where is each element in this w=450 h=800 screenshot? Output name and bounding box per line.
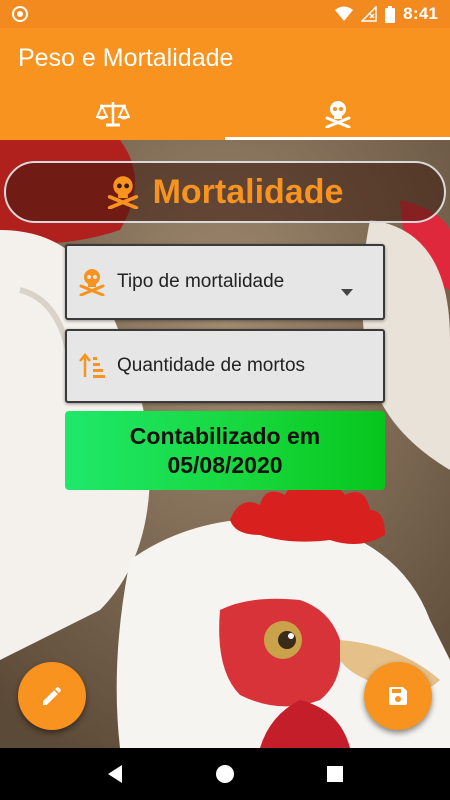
save-button[interactable] [364, 662, 432, 730]
status-bar: 8:41 [0, 0, 450, 28]
accounted-label: Contabilizado em [129, 422, 321, 449]
system-nav-bar [0, 748, 450, 800]
dropdown-arrow-icon [341, 289, 353, 296]
skull-crossbones-icon [79, 269, 105, 296]
back-icon[interactable] [106, 764, 124, 784]
tab-bar [0, 88, 450, 140]
mortality-type-placeholder: Tipo de mortalidade [117, 271, 285, 292]
circle-notification-icon [12, 6, 28, 22]
section-header: Mortalidade [4, 161, 446, 223]
recents-icon[interactable] [326, 765, 344, 783]
edit-button[interactable] [18, 662, 86, 730]
accounted-date: 05/08/2020 [167, 451, 283, 478]
home-icon[interactable] [215, 764, 235, 784]
tab-mortality[interactable] [225, 88, 450, 140]
signal-off-icon [361, 6, 377, 22]
mortality-type-dropdown[interactable]: Tipo de mortalidade [65, 244, 385, 320]
skull-crossbones-icon [325, 101, 350, 128]
wifi-icon [335, 6, 354, 21]
status-left [12, 6, 28, 22]
status-time: 8:41 [403, 4, 438, 23]
app-bar: Peso e Mortalidade [0, 28, 450, 88]
skull-crossbones-icon [107, 176, 138, 209]
section-title: Mortalidade [152, 172, 344, 211]
battery-icon [385, 5, 396, 23]
status-right: 8:41 [335, 4, 438, 24]
sort-ascending-icon [79, 353, 105, 378]
scale-icon [95, 102, 130, 127]
pencil-icon [43, 686, 62, 705]
dead-quantity-placeholder: Quantidade de mortos [117, 355, 306, 376]
save-icon [389, 687, 407, 705]
accounted-date-box: Contabilizado em 05/08/2020 [65, 411, 385, 490]
app-title: Peso e Mortalidade [18, 43, 234, 72]
tab-weight[interactable] [0, 88, 225, 140]
dead-quantity-input[interactable]: Quantidade de mortos [65, 329, 385, 403]
